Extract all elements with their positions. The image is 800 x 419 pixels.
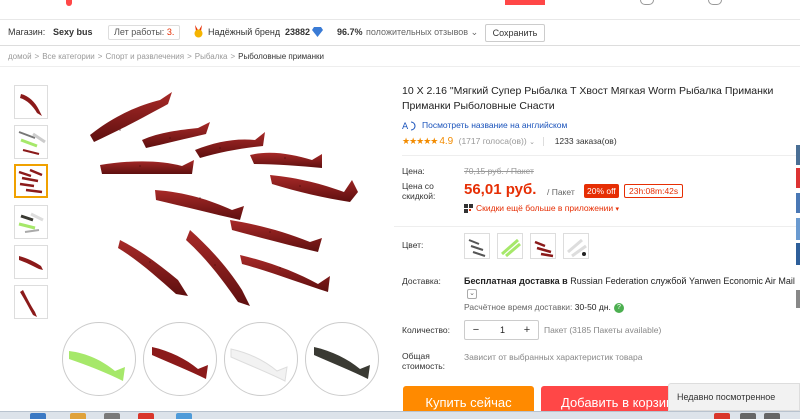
thumbnail-3-selected[interactable] bbox=[14, 164, 48, 198]
thumbnail-1[interactable] bbox=[14, 85, 48, 119]
site-logo[interactable] bbox=[66, 0, 72, 6]
store-bar: Магазин: Sexy bus Лет работы: 3. Надёжны… bbox=[0, 21, 800, 46]
variant-white-preview[interactable] bbox=[224, 322, 298, 396]
taskbar-app-icon[interactable] bbox=[176, 413, 192, 419]
taskbar-tray-icon[interactable] bbox=[740, 413, 756, 419]
breadcrumb-item[interactable]: домой bbox=[8, 52, 32, 61]
thumbnail-2[interactable] bbox=[14, 125, 48, 159]
side-widget-5[interactable] bbox=[796, 243, 800, 265]
quantity-label: Количество: bbox=[402, 325, 451, 335]
breadcrumb-item[interactable]: Все категории bbox=[42, 52, 95, 61]
divider bbox=[394, 226, 800, 227]
quantity-available: Пакет (3185 Пакеты available) bbox=[544, 325, 662, 335]
main-product-image[interactable] bbox=[60, 80, 390, 320]
shipping-info: Бесплатная доставка в Russian Federation… bbox=[464, 276, 795, 299]
taskbar-app-icon[interactable] bbox=[70, 413, 86, 419]
side-widget-1[interactable] bbox=[796, 145, 800, 165]
sale-price-label-1: Цена со bbox=[402, 181, 434, 191]
quantity-minus-button[interactable]: − bbox=[465, 321, 487, 339]
years-badge: Лет работы: 3. bbox=[108, 25, 181, 40]
chevron-down-icon: ⌄ bbox=[529, 139, 535, 146]
discount-badge: 20% off bbox=[584, 184, 619, 198]
quantity-input[interactable]: 1 bbox=[487, 321, 518, 339]
svg-text:A: A bbox=[402, 122, 409, 131]
old-price: 70,15 руб. / Пакет bbox=[464, 166, 534, 176]
price-unit: / Пакет bbox=[547, 187, 575, 197]
taskbar-app-icon[interactable] bbox=[104, 413, 120, 419]
side-widget-4[interactable] bbox=[796, 218, 800, 240]
taskbar-tray-icon[interactable] bbox=[764, 413, 780, 419]
top-header bbox=[0, 0, 800, 20]
countdown-timer: 23h:08m:42s bbox=[624, 184, 684, 198]
store-score[interactable]: 23882 bbox=[285, 27, 310, 37]
medal-icon bbox=[194, 25, 203, 38]
taskbar-tray-icon[interactable] bbox=[714, 413, 730, 419]
years-label: Лет работы: bbox=[114, 27, 165, 37]
breadcrumb-separator: > bbox=[187, 52, 192, 61]
divider bbox=[0, 66, 800, 67]
store-name-link[interactable]: Sexy bus bbox=[53, 27, 93, 37]
side-widget-2[interactable] bbox=[796, 168, 800, 188]
rating-stars: ★★★★★ bbox=[402, 136, 438, 146]
product-title: 10 X 2.16 "Мягкий Супер Рыбалка Т Хвост … bbox=[402, 85, 774, 112]
orders-count: 1233 заказа(ов) bbox=[554, 136, 617, 146]
side-widget-3[interactable] bbox=[796, 193, 800, 213]
total-label-2: стоимость: bbox=[402, 361, 446, 371]
positive-feedback-label[interactable]: положительных отзывов ⌄ bbox=[366, 27, 478, 38]
breadcrumb-item[interactable]: Спорт и развлечения bbox=[105, 52, 184, 61]
search-button[interactable] bbox=[505, 0, 545, 5]
sale-price-label-2: скидкой: bbox=[402, 191, 436, 201]
breadcrumb-item: Рыболовные приманки bbox=[238, 52, 324, 61]
translate-title-link[interactable]: A Посмотреть название на английском bbox=[402, 120, 567, 131]
recently-viewed-label: Недавно посмотренное bbox=[677, 392, 776, 402]
breadcrumb: домой > Все категории > Спорт и развлечения >… bbox=[8, 52, 327, 61]
color-swatch-white[interactable] bbox=[563, 233, 589, 259]
price-label: Цена: bbox=[402, 166, 425, 176]
total-label-1: Общая bbox=[402, 351, 430, 361]
chevron-down-icon[interactable]: ⌄ bbox=[467, 288, 477, 299]
color-swatch-red[interactable] bbox=[530, 233, 556, 259]
positive-feedback-pct: 96.7% bbox=[337, 27, 363, 37]
shipping-label: Доставка: bbox=[402, 276, 441, 286]
votes-count: (1717 голоса(ов)) bbox=[458, 136, 527, 146]
help-icon[interactable]: ? bbox=[613, 302, 624, 313]
rating-value: 4.9 bbox=[439, 136, 454, 147]
thumbnail-4[interactable] bbox=[14, 205, 48, 239]
breadcrumb-separator: > bbox=[34, 52, 40, 61]
variant-green-preview[interactable] bbox=[62, 322, 136, 396]
page: Магазин: Sexy bus Лет работы: 3. Надёжны… bbox=[0, 0, 800, 419]
quantity-plus-button[interactable]: + bbox=[516, 321, 538, 339]
side-widget-6[interactable] bbox=[796, 290, 800, 308]
os-taskbar bbox=[0, 411, 800, 419]
diamond-icon bbox=[312, 27, 323, 37]
sale-price: 56,01 руб. bbox=[464, 181, 537, 198]
app-discount-link[interactable]: Скидки ещё больше в приложении ▾ bbox=[464, 203, 619, 214]
variant-dark-preview[interactable] bbox=[305, 322, 379, 396]
variant-red-preview[interactable] bbox=[143, 322, 217, 396]
divider bbox=[402, 155, 800, 156]
qr-code-icon bbox=[464, 204, 473, 214]
color-label: Цвет: bbox=[402, 240, 424, 250]
delivery-time: Расчётное время доставки: 30-50 дн.? bbox=[464, 302, 624, 313]
thumbnail-5[interactable] bbox=[14, 245, 48, 279]
trusted-brand-label: Надёжный бренд bbox=[208, 27, 281, 37]
translate-icon: A bbox=[402, 121, 416, 131]
quantity-stepper: − 1 + bbox=[464, 320, 539, 340]
save-store-button[interactable]: Сохранить bbox=[485, 24, 545, 42]
recently-viewed-panel[interactable]: Недавно посмотренное bbox=[668, 383, 800, 411]
breadcrumb-item[interactable]: Рыбалка bbox=[195, 52, 228, 61]
rating-row[interactable]: ★★★★★ 4.9 (1717 голоса(ов)) ⌄ 1233 заказа… bbox=[402, 136, 617, 147]
color-swatch-dark[interactable] bbox=[464, 233, 490, 259]
total-price-text: Зависит от выбранных характеристик товар… bbox=[464, 352, 643, 362]
color-swatch-green[interactable] bbox=[497, 233, 523, 259]
thumbnail-6[interactable] bbox=[14, 285, 48, 319]
divider bbox=[543, 137, 545, 147]
breadcrumb-separator: > bbox=[230, 52, 236, 61]
breadcrumb-separator: > bbox=[97, 52, 103, 61]
taskbar-app-icon[interactable] bbox=[30, 413, 46, 419]
store-label: Магазин: bbox=[8, 27, 46, 37]
taskbar-app-icon[interactable] bbox=[138, 413, 154, 419]
